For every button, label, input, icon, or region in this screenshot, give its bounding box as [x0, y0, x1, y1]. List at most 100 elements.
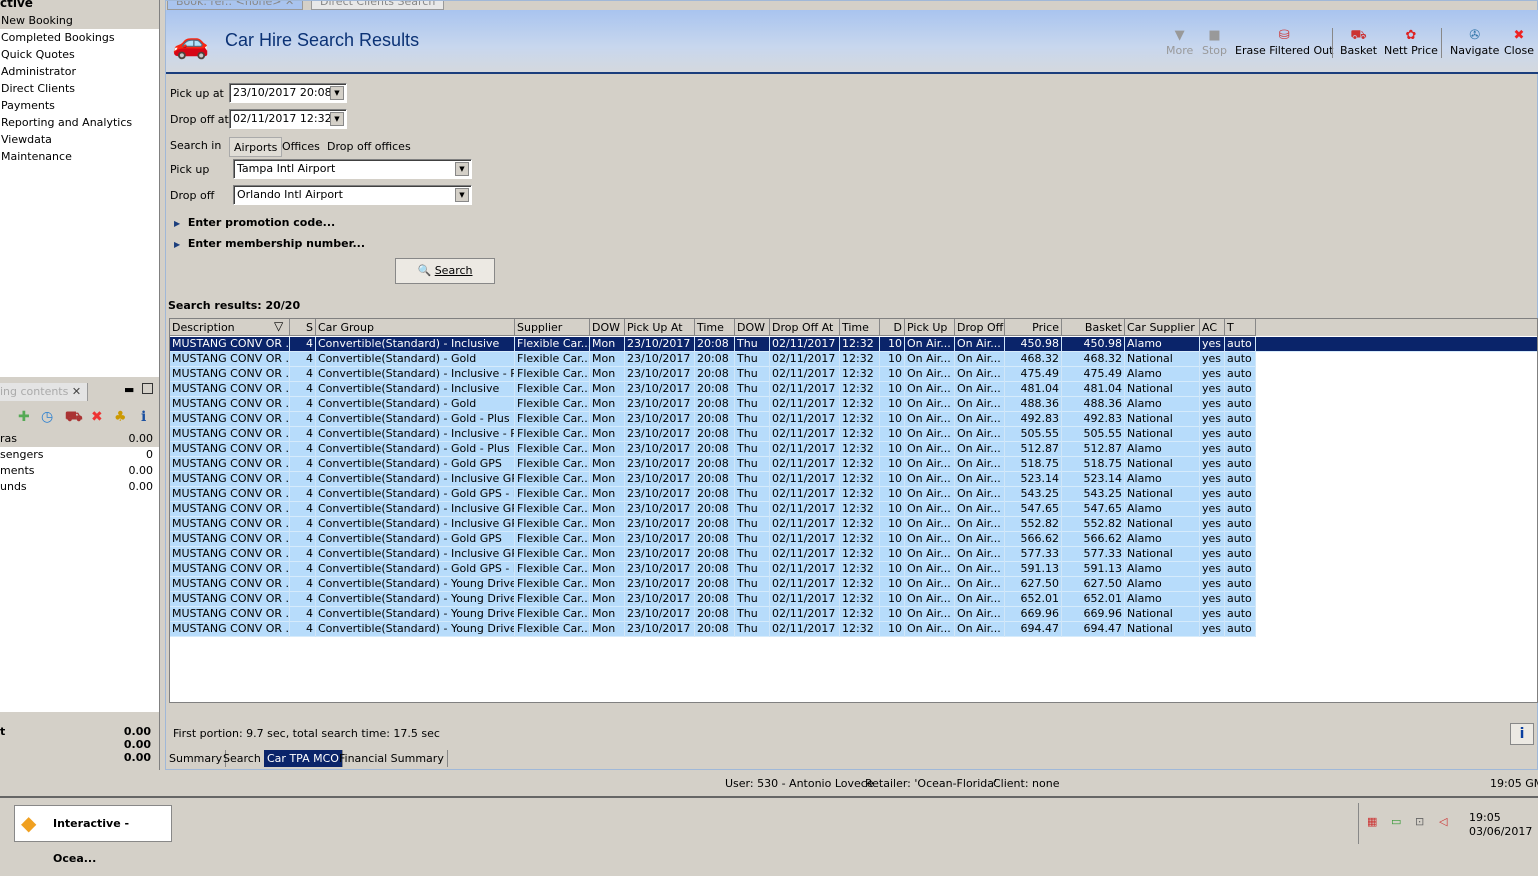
nav-item[interactable]: Direct Clients — [0, 80, 159, 97]
column-header[interactable]: Basket — [1062, 319, 1125, 336]
table-row[interactable]: MUSTANG CONV OR ... 4 Convertible(Standard… — [170, 457, 1256, 472]
palm-tree-icon[interactable]: ♣ — [114, 409, 127, 425]
cell-time: 12:32 — [840, 607, 880, 622]
table-row[interactable]: MUSTANG CONV OR ... 4 Convertible(Standard… — [170, 367, 1256, 382]
filter-icon[interactable]: ▽ — [274, 319, 283, 333]
nav-item[interactable]: Completed Bookings — [0, 29, 159, 46]
basket-row-value: 0 — [146, 448, 153, 461]
table-row[interactable]: MUSTANG CONV OR ... 4 Convertible(Standard… — [170, 397, 1256, 412]
table-row[interactable]: MUSTANG CONV OR ... 4 Convertible(Standard… — [170, 532, 1256, 547]
membership-expander[interactable]: ▶ Enter membership number... — [174, 236, 365, 252]
chevron-down-icon[interactable]: ▼ — [330, 112, 344, 126]
column-header[interactable]: DOW — [590, 319, 625, 336]
dropoff-select[interactable]: Orlando Intl Airport ▼ — [233, 185, 472, 205]
bottom-tab[interactable]: Search — [220, 750, 265, 767]
cell-car-group: Convertible(Standard) - Inclusive GPS... — [318, 547, 515, 562]
cell-dow: Mon — [590, 607, 625, 622]
speaker-muted-icon[interactable]: ◁ — [1439, 815, 1447, 828]
column-header[interactable]: T — [1225, 319, 1256, 336]
pickup-select[interactable]: Tampa Intl Airport ▼ — [233, 159, 472, 179]
nav-item[interactable]: Maintenance — [0, 148, 159, 165]
table-row[interactable]: MUSTANG CONV OR ... 4 Convertible(Standard… — [170, 382, 1256, 397]
basket-button[interactable]: ⛟ Basket — [1340, 28, 1377, 57]
cell-car-supplier: National — [1125, 607, 1200, 622]
clock-icon[interactable]: ◷ — [41, 409, 53, 425]
maximize-icon[interactable] — [142, 383, 153, 394]
info-icon[interactable]: i — [141, 409, 146, 425]
nav-item[interactable]: New Booking — [0, 12, 159, 29]
column-header[interactable]: Car Group — [316, 319, 515, 336]
nav-item[interactable]: Administrator — [0, 63, 159, 80]
column-header[interactable]: Time — [840, 319, 880, 336]
column-header[interactable]: Time — [695, 319, 735, 336]
table-row[interactable]: MUSTANG CONV OR ... 4 Convertible(Standard… — [170, 592, 1256, 607]
close-button[interactable]: ✖ Close — [1504, 28, 1534, 57]
search-in-offices[interactable]: Offices — [278, 137, 324, 157]
promo-code-expander[interactable]: ▶ Enter promotion code... — [174, 215, 335, 231]
column-header[interactable]: DOW — [735, 319, 770, 336]
navigate-button[interactable]: ✇ Navigate — [1450, 28, 1499, 57]
nav-item[interactable]: Viewdata — [0, 131, 159, 148]
pickup-at-field[interactable]: 23/10/2017 20:08 ▼ — [229, 83, 347, 103]
basket-row-label: ras — [0, 432, 17, 445]
column-header[interactable]: Price — [1005, 319, 1062, 336]
nav-item[interactable]: Reporting and Analytics — [0, 114, 159, 131]
table-row[interactable]: MUSTANG CONV OR ... 4 Convertible(Standard… — [170, 412, 1256, 427]
more-button[interactable]: ▼ More — [1166, 28, 1193, 57]
table-row[interactable]: MUSTANG CONV OR ... 4 Convertible(Standard… — [170, 352, 1256, 367]
dropoff-at-field[interactable]: 02/11/2017 12:32 ▼ — [229, 109, 347, 129]
table-row[interactable]: MUSTANG CONV OR ... 4 Convertible(Standard… — [170, 622, 1256, 637]
cell-t: auto — [1225, 352, 1256, 367]
basket-cart-icon[interactable]: ⛟ — [65, 409, 83, 427]
network-card-icon[interactable]: ▭ — [1391, 815, 1401, 828]
table-row[interactable]: MUSTANG CONV OR ... 4 Convertible(Standard… — [170, 562, 1256, 577]
column-header[interactable]: Car Supplier — [1125, 319, 1200, 336]
table-row[interactable]: MUSTANG CONV OR ... 4 Convertible(Standard… — [170, 442, 1256, 457]
search-in-airports[interactable]: Airports — [229, 137, 283, 157]
nav-item[interactable]: Payments — [0, 97, 159, 114]
column-header[interactable]: Drop Off At — [770, 319, 840, 336]
column-header[interactable]: Drop Off — [955, 319, 1005, 336]
stop-button[interactable]: ■ Stop — [1202, 28, 1227, 57]
chevron-down-icon[interactable]: ▼ — [330, 86, 344, 100]
info-button[interactable]: i — [1510, 723, 1534, 745]
search-in-dropoff-offices[interactable]: Drop off offices — [323, 137, 415, 157]
table-row[interactable]: MUSTANG CONV OR ... 4 Convertible(Standard… — [170, 427, 1256, 442]
table-row[interactable]: MUSTANG CONV OR ... 4 Convertible(Standard… — [170, 577, 1256, 592]
table-row[interactable]: MUSTANG CONV OR ... 4 Convertible(Standard… — [170, 487, 1256, 502]
column-header[interactable]: D — [880, 319, 905, 336]
column-header[interactable]: Pick Up At — [625, 319, 695, 336]
windows-flag-icon[interactable]: ▦ — [1367, 815, 1377, 828]
minimize-icon[interactable]: ▬ — [124, 383, 134, 396]
column-header[interactable]: S — [290, 319, 316, 336]
delete-icon[interactable]: ✖ — [91, 409, 103, 425]
bottom-tab[interactable]: Financial Summary — [336, 750, 448, 767]
bottom-tab[interactable]: Car TPA MCO — [264, 750, 343, 767]
bottom-tab[interactable]: Summary — [166, 750, 227, 767]
search-icon: 🔍 — [417, 264, 432, 277]
table-row[interactable]: MUSTANG CONV OR ... 4 Convertible(Standard… — [170, 517, 1256, 532]
search-button[interactable]: 🔍 Search — [395, 258, 495, 284]
nett-price-button[interactable]: ✿ Nett Price — [1384, 28, 1438, 57]
network-icon[interactable]: ⊡ — [1415, 815, 1424, 828]
chevron-down-icon[interactable]: ▼ — [455, 188, 469, 202]
chevron-down-icon[interactable]: ▼ — [455, 162, 469, 176]
table-row[interactable]: MUSTANG CONV OR ... 4 Convertible(Standard… — [170, 547, 1256, 562]
cell-car-group: Convertible(Standard) - Inclusive - Pl..… — [318, 367, 515, 382]
close-icon[interactable]: ✕ — [72, 385, 81, 398]
taskbar-app-button[interactable]: ◆ Interactive - Ocea... — [14, 805, 172, 865]
cell-ac: yes — [1200, 382, 1225, 397]
column-header[interactable]: Pick Up — [905, 319, 955, 336]
table-row[interactable]: MUSTANG CONV OR ... 4 Convertible(Standard… — [170, 472, 1256, 487]
table-row[interactable]: MUSTANG CONV OR ... 4 Convertible(Standard… — [170, 607, 1256, 622]
add-icon[interactable]: ✚ — [18, 409, 30, 425]
nav-item[interactable]: Quick Quotes — [0, 46, 159, 63]
erase-filtered-out-button[interactable]: ⛁ Erase Filtered Out — [1235, 28, 1333, 57]
table-row[interactable]: MUSTANG CONV OR ... 4 Convertible(Standard… — [170, 502, 1256, 517]
table-row[interactable]: MUSTANG CONV OR ... 4 Convertible(Standard… — [170, 337, 1537, 352]
column-header[interactable]: Supplier — [515, 319, 590, 336]
column-header[interactable]: AC — [1200, 319, 1225, 336]
search-time-status: First portion: 9.7 sec, total search tim… — [173, 727, 440, 740]
cell-car-supplier: National — [1125, 547, 1200, 562]
column-header[interactable]: Description — [170, 319, 290, 336]
